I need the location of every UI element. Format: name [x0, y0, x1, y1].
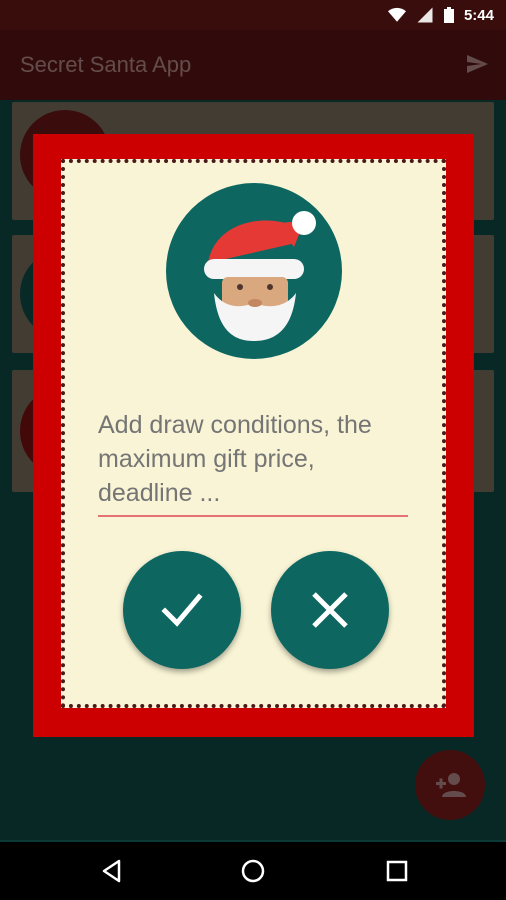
cancel-button[interactable]: [271, 551, 389, 669]
recents-icon[interactable]: [384, 858, 410, 884]
confirm-button[interactable]: [123, 551, 241, 669]
santa-avatar: [166, 183, 342, 359]
clock: 5:44: [463, 6, 494, 24]
home-icon[interactable]: [240, 858, 266, 884]
status-icons: 5:44: [387, 6, 494, 24]
dialog-content: Add draw conditions, the maximum gift pr…: [61, 159, 446, 708]
status-bar: 5:44: [0, 0, 506, 30]
navigation-bar: [0, 842, 506, 900]
close-icon: [312, 592, 348, 628]
conditions-input[interactable]: Add draw conditions, the maximum gift pr…: [98, 408, 408, 510]
battery-icon: [443, 7, 454, 23]
draw-conditions-dialog: Add draw conditions, the maximum gift pr…: [33, 134, 474, 737]
input-underline: [98, 515, 408, 517]
santa-icon: [204, 211, 316, 341]
wifi-icon: [387, 7, 406, 22]
back-icon[interactable]: [99, 858, 125, 884]
signal-icon: [417, 7, 433, 23]
check-icon: [161, 593, 203, 627]
